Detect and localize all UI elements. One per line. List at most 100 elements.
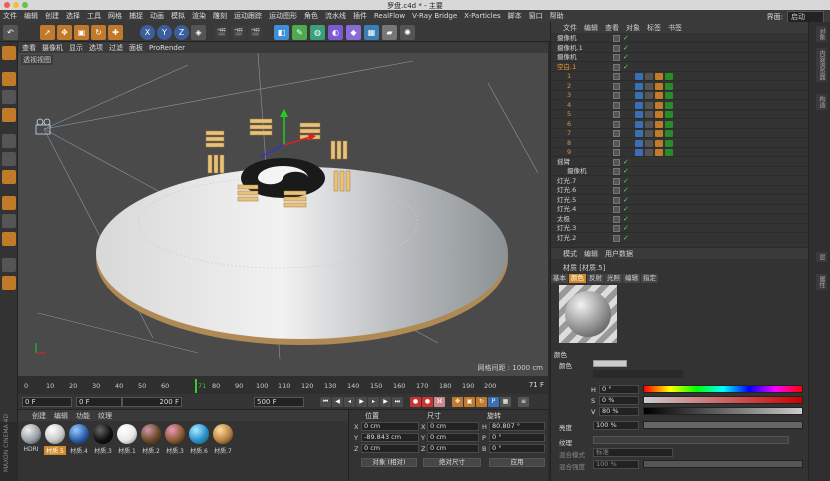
camera-icon[interactable]: ▰ — [382, 25, 397, 40]
menu-pipeline[interactable]: 流水线 — [325, 11, 346, 21]
y-axis-icon[interactable]: Y — [157, 25, 172, 40]
array-icon[interactable]: ◐ — [328, 25, 343, 40]
layer-visibility-icon[interactable] — [613, 215, 620, 223]
layer-visibility-icon[interactable] — [613, 54, 620, 61]
material-tag-icon[interactable] — [645, 73, 653, 80]
material-swatch[interactable]: 材质.6 — [188, 424, 210, 455]
key-pla-icon[interactable]: ▦ — [500, 397, 511, 407]
go-to-end-icon[interactable]: ⏭ — [392, 397, 403, 407]
out-point-field[interactable]: 200 F — [122, 397, 182, 407]
material-tag-icon[interactable] — [665, 82, 673, 90]
menu-mesh[interactable]: 网格 — [108, 11, 122, 21]
object-row[interactable]: 2 — [551, 82, 809, 91]
material-tag-icon[interactable] — [645, 130, 653, 137]
hue-slider[interactable] — [643, 385, 803, 393]
autokey-icon[interactable]: ● — [422, 397, 433, 407]
mat-menu-texture[interactable]: 纹理 — [98, 411, 112, 421]
enabled-check-icon[interactable]: ✓ — [623, 205, 629, 214]
material-tag-icon[interactable] — [635, 111, 643, 118]
size-mode-dropdown[interactable]: 绝对尺寸 — [423, 458, 481, 467]
rotation-b-field[interactable]: 0 ° — [489, 444, 545, 453]
record-icon[interactable]: ● — [410, 397, 421, 407]
enabled-check-icon[interactable]: ✓ — [623, 196, 629, 205]
tab-editor[interactable]: 编辑 — [623, 274, 640, 283]
side-tab-attributes[interactable]: 属性 — [816, 274, 827, 290]
vp-menu-filter[interactable]: 过滤 — [109, 43, 123, 53]
material-tag-icon[interactable] — [665, 73, 673, 80]
floor-icon[interactable]: ▦ — [364, 25, 379, 40]
layer-visibility-icon[interactable] — [613, 73, 620, 80]
make-editable-icon[interactable] — [2, 46, 16, 60]
material-tag-icon[interactable] — [655, 139, 663, 147]
enabled-check-icon[interactable]: ✓ — [623, 53, 629, 62]
rotate-icon[interactable]: ↻ — [91, 25, 106, 40]
object-row[interactable]: 9 — [551, 148, 809, 157]
subdivision-icon[interactable]: ◍ — [310, 25, 325, 40]
enabled-check-icon[interactable]: ✓ — [623, 234, 629, 243]
value-slider[interactable] — [643, 407, 803, 415]
size-y-field[interactable]: 0 cm — [427, 433, 479, 442]
vp-menu-options[interactable]: 选项 — [89, 43, 103, 53]
end-frame-field[interactable]: 500 F — [254, 397, 304, 407]
layer-visibility-icon[interactable] — [613, 149, 620, 156]
menu-help[interactable]: 帮助 — [550, 11, 564, 21]
object-row[interactable]: 5 — [551, 110, 809, 119]
side-tab-layers[interactable]: 层 — [816, 252, 827, 262]
material-tag-icon[interactable] — [645, 101, 653, 109]
am-menu-edit[interactable]: 编辑 — [584, 249, 598, 259]
object-row[interactable]: 3 — [551, 91, 809, 100]
coordinate-mode-dropdown[interactable]: 对象 (相对) — [361, 458, 417, 467]
vp-menu-display[interactable]: 显示 — [69, 43, 83, 53]
material-tag-icon[interactable] — [635, 149, 643, 156]
layer-visibility-icon[interactable] — [613, 82, 620, 90]
menu-animate[interactable]: 动画 — [150, 11, 164, 21]
rotation-p-field[interactable]: 0 ° — [489, 433, 545, 442]
material-tag-icon[interactable] — [665, 111, 673, 118]
key-rotation-icon[interactable]: ↻ — [476, 397, 487, 407]
model-mode-icon[interactable] — [2, 72, 16, 86]
layer-visibility-icon[interactable] — [613, 130, 620, 137]
material-tag-icon[interactable] — [665, 130, 673, 137]
material-swatch[interactable]: 材质.4 — [68, 424, 90, 455]
object-row[interactable]: 7 — [551, 129, 809, 138]
key-position-icon[interactable]: ✥ — [452, 397, 463, 407]
layer-visibility-icon[interactable] — [613, 187, 620, 194]
material-tag-icon[interactable] — [655, 73, 663, 80]
grid-icon[interactable] — [2, 276, 16, 290]
material-tag-icon[interactable] — [665, 92, 673, 99]
menu-motion-tracking[interactable]: 运动跟踪 — [234, 11, 262, 21]
key-scale-icon[interactable]: ▣ — [464, 397, 475, 407]
layer-visibility-icon[interactable] — [613, 196, 620, 204]
material-tag-icon[interactable] — [635, 120, 643, 128]
play-icon[interactable]: ▶ — [356, 397, 367, 407]
enabled-check-icon[interactable]: ✓ — [623, 34, 629, 43]
material-swatch[interactable]: 材质.7 — [212, 424, 234, 455]
om-menu-tags[interactable]: 标签 — [647, 23, 661, 33]
scale-icon[interactable]: ▣ — [74, 25, 89, 40]
material-tag-icon[interactable] — [655, 82, 663, 90]
tab-color[interactable]: 颜色 — [569, 274, 586, 283]
material-swatch[interactable]: 材质.2 — [140, 424, 162, 455]
material-preview[interactable] — [559, 285, 617, 343]
brightness-slider[interactable] — [643, 421, 803, 429]
render-view-icon[interactable]: 🎬 — [214, 25, 229, 40]
enabled-check-icon[interactable]: ✓ — [623, 224, 629, 233]
light-icon[interactable]: ✺ — [400, 25, 415, 40]
value-field[interactable]: 80 % — [599, 407, 639, 416]
object-row[interactable]: 摄像机 ✓ — [551, 34, 809, 43]
object-row[interactable]: 摇臂 ✓ — [551, 158, 809, 167]
object-row[interactable]: 1 — [551, 72, 809, 81]
mix-strength-slider[interactable] — [643, 460, 803, 468]
layer-visibility-icon[interactable] — [613, 120, 620, 128]
menu-tools[interactable]: 工具 — [87, 11, 101, 21]
size-x-field[interactable]: 0 cm — [427, 422, 479, 431]
om-menu-edit[interactable]: 编辑 — [584, 23, 598, 33]
timeline-playhead[interactable] — [195, 379, 197, 393]
material-tag-icon[interactable] — [635, 101, 643, 109]
cube-icon[interactable]: ◧ — [274, 25, 289, 40]
apply-button[interactable]: 应用 — [489, 458, 545, 467]
render-to-picture-viewer-icon[interactable]: 🎬 — [231, 25, 246, 40]
live-select-icon[interactable]: ➚ — [40, 25, 55, 40]
prev-key-icon[interactable]: ◀ — [332, 397, 343, 407]
hue-field[interactable]: 0 ° — [599, 385, 639, 394]
